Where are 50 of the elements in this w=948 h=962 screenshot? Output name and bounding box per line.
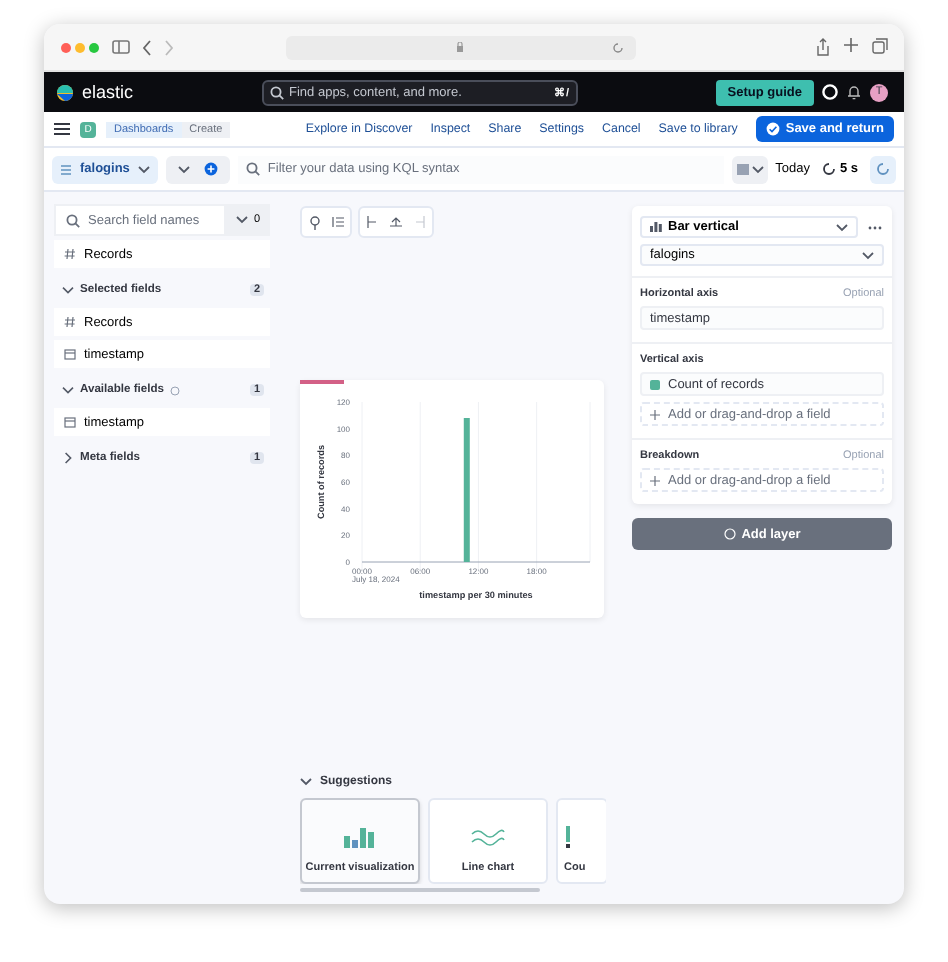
- menu-icon[interactable]: [54, 122, 70, 136]
- number-type-icon: [64, 316, 76, 328]
- back-icon[interactable]: [142, 39, 152, 55]
- chevron-icon: [62, 384, 74, 396]
- search-icon: [269, 85, 284, 99]
- window-controls-icon: [60, 41, 100, 53]
- sidebar-icon[interactable]: [112, 40, 130, 54]
- chevron-icon: [62, 452, 74, 464]
- help-icon[interactable]: [822, 84, 838, 100]
- number-type-icon: [64, 248, 76, 260]
- bell-icon[interactable]: [846, 84, 862, 100]
- refresh-button[interactable]: [870, 155, 896, 183]
- axis-glyph: [414, 216, 426, 228]
- chevron-down-icon: [235, 216, 248, 224]
- metric-icon: [564, 826, 572, 848]
- new-tab-icon[interactable]: [844, 38, 858, 52]
- refresh-icon: [821, 162, 836, 176]
- check-circle-icon: [765, 122, 780, 136]
- axis-glyph: [390, 216, 402, 228]
- bar-chart-icon: [650, 222, 662, 232]
- lock-icon: [456, 42, 464, 52]
- chevron-down-icon: [178, 165, 191, 173]
- search-icon: [66, 213, 80, 227]
- refresh-icon: [876, 162, 890, 176]
- search-icon: [245, 162, 260, 176]
- tabs-icon[interactable]: [872, 38, 888, 54]
- chevron-down-icon: [862, 251, 874, 259]
- chevron-down-icon: [137, 165, 150, 173]
- chevron-down-icon: [300, 778, 312, 786]
- plus-icon: [650, 475, 660, 485]
- reload-icon[interactable]: [612, 41, 624, 53]
- axis-glyph: [366, 216, 378, 228]
- chart-bar: [462, 418, 469, 562]
- legend-glyph: [332, 216, 344, 228]
- pin-glyph: [309, 215, 319, 229]
- add-filter-icon: [203, 162, 218, 176]
- scrollbar[interactable]: [300, 888, 540, 892]
- info-icon: [170, 385, 180, 395]
- plus-icon: [650, 409, 660, 419]
- share-icon[interactable]: [816, 38, 830, 56]
- chevron-icon: [62, 284, 74, 296]
- elastic-logo-icon: [56, 83, 74, 101]
- filter-menu-button[interactable]: [165, 155, 230, 183]
- bar-chart-icon: [342, 826, 378, 848]
- list-icon: [60, 163, 72, 175]
- date-picker-button[interactable]: [731, 155, 768, 183]
- app-logo-text: elastic: [82, 82, 134, 102]
- chevron-down-icon: [751, 165, 764, 173]
- chevron-down-icon: [836, 223, 848, 231]
- line-chart-icon: [470, 826, 506, 848]
